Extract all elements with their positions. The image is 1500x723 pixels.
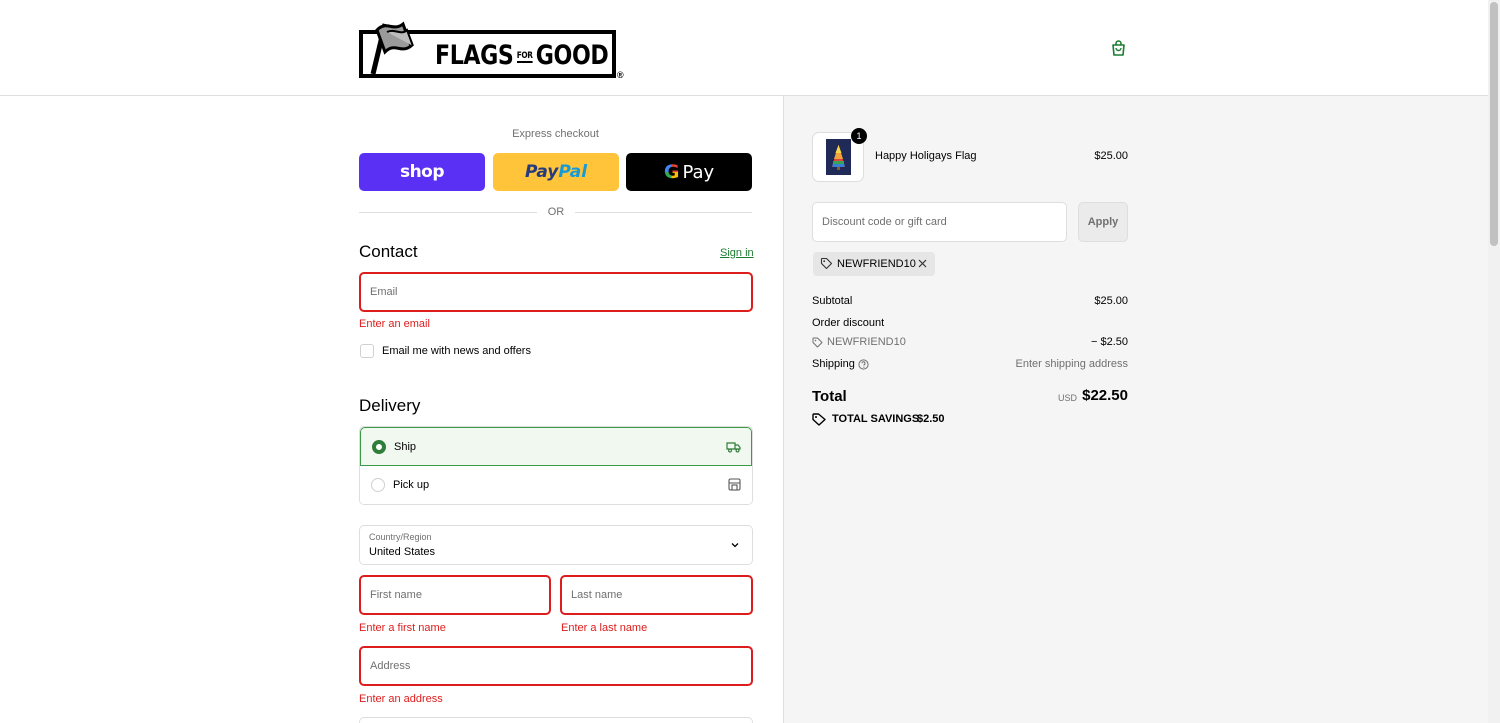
discount-code-field[interactable] [812, 202, 1067, 242]
shipping-label: Shipping [812, 358, 855, 370]
close-icon[interactable] [916, 257, 929, 270]
total-currency: USD [1058, 393, 1078, 403]
last-name-input[interactable] [562, 577, 751, 613]
total-savings-value: $2.50 [917, 413, 945, 425]
address-error: Enter an address [359, 693, 443, 705]
country-label: Country/Region [369, 532, 432, 542]
country-select[interactable]: Country/Region United States [359, 525, 753, 565]
paypal-button[interactable]: Pay Pal [493, 153, 619, 191]
logo-wordmark: FLAGS FOR GOOD [435, 40, 609, 71]
shop-pay-button[interactable]: shop [359, 153, 485, 191]
first-name-error: Enter a first name [359, 622, 446, 634]
product-price: $25.00 [1094, 150, 1128, 162]
product-name: Happy Holigays Flag [875, 150, 977, 162]
google-g-icon: G [663, 161, 680, 183]
email-input[interactable] [361, 274, 751, 310]
first-name-input[interactable] [361, 577, 549, 613]
delivery-option-pickup[interactable]: Pick up [360, 466, 752, 504]
subtotal-label: Subtotal [812, 295, 853, 307]
quantity-badge: 1 [851, 128, 867, 144]
applied-code-chip: NEWFRIEND10 [813, 252, 935, 276]
pickup-radio[interactable] [371, 478, 385, 492]
total-savings-label: TOTAL SAVINGS [832, 413, 920, 425]
apply-discount-button[interactable]: Apply [1078, 202, 1128, 242]
tag-icon [820, 257, 833, 270]
delivery-option-ship[interactable]: Ship [360, 427, 752, 466]
total-value: $22.50 [1082, 387, 1128, 404]
flag-icon [370, 21, 414, 75]
newsletter-checkbox[interactable] [360, 344, 374, 358]
google-pay-button[interactable]: G Pay [626, 153, 752, 191]
address-field[interactable] [359, 646, 753, 686]
last-name-field[interactable] [560, 575, 753, 615]
email-field[interactable] [359, 272, 753, 312]
address-input[interactable] [361, 648, 751, 684]
tree-art-icon [832, 145, 845, 170]
registered-mark: ® [617, 70, 624, 80]
product-image [826, 139, 851, 175]
first-name-field[interactable] [359, 575, 551, 615]
country-value: United States [369, 546, 436, 558]
delivery-heading: Delivery [359, 396, 421, 415]
gpay-label: Pay [682, 161, 715, 183]
brand-logo[interactable]: FLAGS FOR GOOD ® [359, 16, 625, 80]
contact-heading: Contact [359, 242, 418, 261]
newsletter-label[interactable]: Email me with news and offers [382, 345, 531, 357]
apartment-field[interactable] [359, 717, 753, 723]
sign-in-link[interactable]: Sign in [720, 247, 754, 259]
divider-right [575, 212, 752, 213]
store-icon [728, 478, 741, 491]
shipping-value: Enter shipping address [1015, 358, 1128, 370]
paypal-label-2: Pal [558, 162, 588, 182]
express-checkout-label: Express checkout [512, 128, 599, 140]
discount-tag-icon [812, 337, 823, 348]
order-discount-label: Order discount [812, 317, 885, 329]
last-name-error: Enter a last name [561, 622, 648, 634]
subtotal-value: $25.00 [1094, 295, 1128, 307]
divider-left [359, 212, 537, 213]
header: FLAGS FOR GOOD ® [0, 0, 1488, 96]
truck-icon [726, 442, 741, 453]
chevron-down-icon [731, 543, 739, 548]
applied-code-label: NEWFRIEND10 [837, 258, 916, 270]
discount-value: − $2.50 [1090, 336, 1128, 348]
scrollbar-thumb[interactable] [1490, 2, 1498, 246]
page-scrollbar[interactable] [1488, 0, 1500, 723]
help-circle-icon[interactable] [858, 359, 869, 370]
total-label: Total [812, 388, 847, 405]
discount-code-input[interactable] [813, 203, 1066, 241]
ship-radio[interactable] [372, 440, 386, 454]
pickup-label: Pick up [393, 479, 430, 491]
paypal-label-1: Pay [524, 162, 559, 182]
savings-tag-icon [812, 413, 826, 426]
delivery-method-group: Ship Pick up [359, 426, 753, 505]
ship-label: Ship [394, 441, 417, 453]
shopping-bag-icon[interactable] [1110, 39, 1127, 57]
email-error: Enter an email [359, 318, 430, 330]
order-summary-panel [783, 96, 1488, 723]
discount-code-label: NEWFRIEND10 [827, 336, 906, 348]
or-divider-label: OR [547, 206, 565, 218]
